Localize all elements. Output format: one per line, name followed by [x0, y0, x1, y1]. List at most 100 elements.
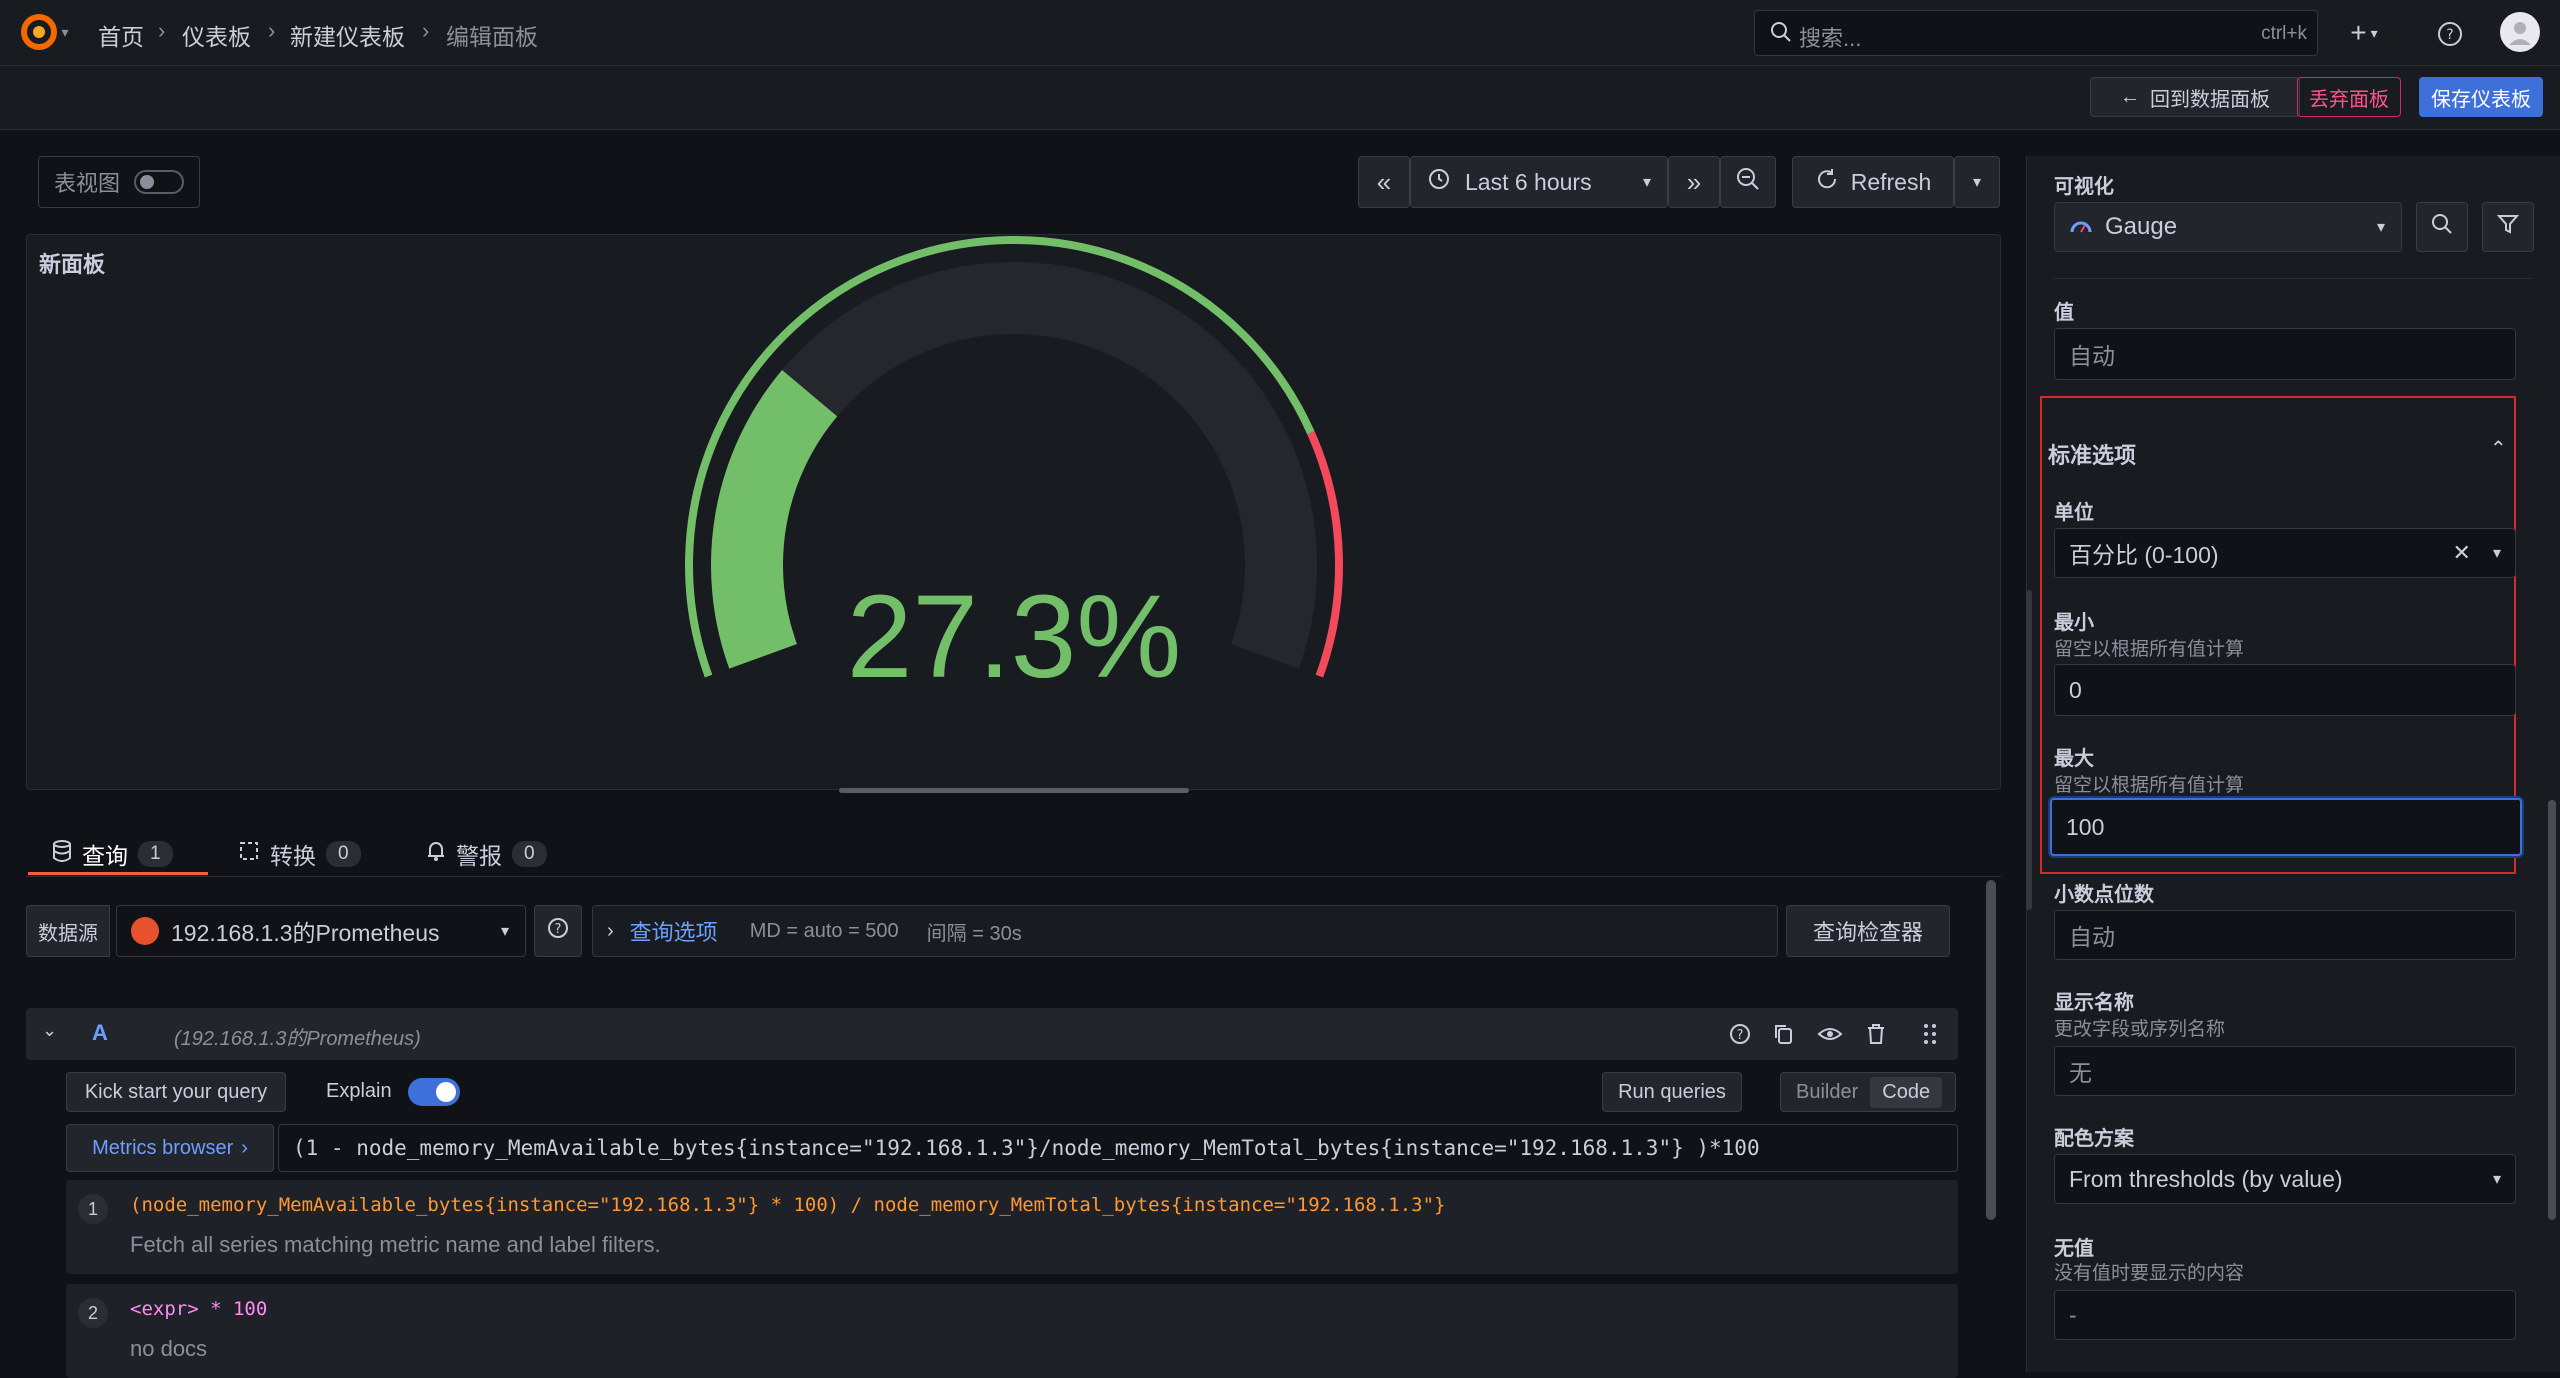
svg-text:?: ?: [555, 922, 562, 937]
breadcrumb-home[interactable]: 首页: [98, 18, 144, 52]
database-icon: [52, 840, 72, 868]
min-label: 最小: [2054, 612, 2094, 634]
help-icon: ?: [546, 916, 570, 946]
datasource-label: 数据源: [26, 905, 110, 957]
bell-icon: [426, 840, 446, 868]
gauge-value-arc: [711, 370, 838, 669]
color-scheme-picker[interactable]: From thresholds (by value) ▾: [2054, 1154, 2516, 1204]
decimals-input[interactable]: 自动: [2054, 910, 2516, 960]
top-bar: ▾ 首页 › 仪表板 › 新建仪表板 › 编辑面板 搜索... ctrl+k +…: [0, 0, 2560, 66]
avatar[interactable]: [2500, 12, 2540, 52]
discard-panel-button[interactable]: 丢弃面板: [2297, 77, 2401, 117]
max-input[interactable]: 100: [2050, 798, 2522, 856]
builder-mode-button[interactable]: Builder: [1784, 1081, 1870, 1104]
panel-resize-handle[interactable]: [839, 788, 1189, 793]
standard-options-header[interactable]: 标准选项: [2048, 438, 2136, 470]
eye-icon[interactable]: [1816, 1020, 1844, 1048]
help-icon[interactable]: ?: [1726, 1020, 1754, 1048]
trash-icon[interactable]: [1862, 1020, 1890, 1048]
max-description: 留空以根据所有值计算: [2054, 775, 2245, 796]
unit-picker[interactable]: 百分比 (0-100) ✕ ▾: [2054, 528, 2516, 578]
no-value-label: 无值: [2054, 1238, 2094, 1260]
breadcrumb-separator: ›: [158, 18, 166, 43]
zoom-out-icon: [1735, 166, 1761, 198]
back-to-dashboard-button[interactable]: ← 回到数据面板: [2090, 77, 2300, 117]
svg-text:?: ?: [1737, 1028, 1744, 1043]
pane-splitter[interactable]: [2026, 590, 2032, 910]
table-view-toggle[interactable]: 表视图: [38, 156, 200, 208]
transform-icon: [238, 840, 260, 868]
edit-action-bar: ← 回到数据面板 丢弃面板 保存仪表板: [0, 66, 2560, 130]
collapse-query-icon[interactable]: ⌄: [42, 1020, 57, 1041]
refresh-button[interactable]: Refresh: [1792, 156, 1954, 208]
chevron-right-icon: ›: [241, 1136, 248, 1159]
refresh-interval-dropdown[interactable]: ▾: [1954, 156, 2000, 208]
step-code: (node_memory_MemAvailable_bytes{instance…: [130, 1194, 1446, 1216]
step-doc: Fetch all series matching metric name an…: [130, 1232, 661, 1257]
display-name-input[interactable]: 无: [2054, 1046, 2516, 1096]
query-scrollbar[interactable]: [1986, 880, 1996, 1220]
search-options-button[interactable]: [2416, 202, 2468, 252]
clear-icon[interactable]: ✕: [2453, 540, 2471, 566]
search-box[interactable]: 搜索... ctrl+k: [1754, 10, 2318, 56]
tab-query[interactable]: 查询 1: [52, 830, 173, 878]
breadcrumb-separator: ›: [422, 18, 430, 43]
min-input[interactable]: 0: [2054, 664, 2516, 716]
min-description: 留空以根据所有值计算: [2054, 639, 2245, 660]
query-expression-input[interactable]: (1 - node_memory_MemAvailable_bytes{inst…: [278, 1124, 1958, 1172]
chevron-down-icon: ▾: [500, 923, 509, 940]
tab-alert[interactable]: 警报 0: [426, 830, 547, 878]
gauge-icon: [2069, 214, 2093, 241]
step-code: <expr> * 100: [130, 1298, 268, 1320]
help-icon[interactable]: ?: [2432, 16, 2468, 52]
duplicate-icon[interactable]: [1770, 1020, 1798, 1048]
toggle-switch: [134, 170, 184, 194]
gauge-chart: 27.3%: [685, 236, 1343, 703]
query-options-bar[interactable]: › 查询选项 MD = auto = 500 间隔 = 30s: [592, 905, 1778, 957]
query-inspector-button[interactable]: 查询检查器: [1786, 905, 1950, 957]
time-shift-forward-button[interactable]: »: [1668, 156, 1720, 208]
options-scrollbar[interactable]: [2548, 800, 2556, 1220]
chevron-up-icon[interactable]: ⌃: [2490, 436, 2507, 461]
arrow-left-icon: ←: [2120, 85, 2140, 108]
chevron-right-icon: ›: [607, 919, 614, 942]
max-label: 最大: [2054, 748, 2094, 770]
chevron-down-icon: ▾: [2492, 1171, 2501, 1188]
search-shortcut: ctrl+k: [2261, 23, 2307, 44]
search-icon: [2430, 212, 2454, 242]
options-divider: [2054, 278, 2534, 279]
visualization-picker[interactable]: Gauge ▾: [2054, 202, 2402, 252]
no-value-input[interactable]: -: [2054, 1290, 2516, 1340]
breadcrumb-dashboards[interactable]: 仪表板: [182, 18, 251, 52]
code-mode-button[interactable]: Code: [1870, 1076, 1943, 1108]
metrics-browser-button[interactable]: Metrics browser ›: [66, 1124, 274, 1172]
run-queries-button[interactable]: Run queries: [1602, 1072, 1742, 1112]
breadcrumb-new-dashboard[interactable]: 新建仪表板: [290, 18, 405, 52]
save-dashboard-button[interactable]: 保存仪表板: [2419, 77, 2543, 117]
refresh-icon: [1815, 167, 1839, 197]
chevron-down-icon: ▾: [2376, 219, 2385, 236]
display-name-description: 更改字段或序列名称: [2054, 1019, 2226, 1040]
time-range-picker[interactable]: Last 6 hours ▾: [1410, 156, 1668, 208]
explain-toggle[interactable]: [408, 1078, 460, 1106]
query-ref-id[interactable]: A: [92, 1020, 108, 1046]
time-shift-back-button[interactable]: «: [1358, 156, 1410, 208]
search-placeholder: 搜索...: [1799, 26, 1862, 51]
kick-start-button[interactable]: Kick start your query: [66, 1072, 286, 1112]
decimals-label: 小数点位数: [2054, 884, 2154, 906]
svg-text:?: ?: [2446, 27, 2453, 43]
prometheus-icon: [131, 917, 159, 945]
add-new-button[interactable]: + ▾: [2336, 14, 2392, 52]
filter-options-button[interactable]: [2482, 202, 2534, 252]
gauge-value-text: 27.3%: [847, 571, 1182, 703]
datasource-help-button[interactable]: ?: [534, 905, 582, 957]
drag-handle-icon[interactable]: [1916, 1020, 1944, 1048]
grafana-logo-icon[interactable]: ▾: [14, 12, 74, 52]
datasource-picker[interactable]: 192.168.1.3的Prometheus ▾: [116, 905, 526, 957]
step-number: 2: [78, 1298, 108, 1328]
filter-icon: [2496, 212, 2520, 242]
tab-transform[interactable]: 转换 0: [238, 830, 361, 878]
value-field[interactable]: 自动: [2054, 328, 2516, 380]
zoom-out-button[interactable]: [1720, 156, 1776, 208]
panel-preview: 新面板 27.3%: [26, 234, 2001, 793]
